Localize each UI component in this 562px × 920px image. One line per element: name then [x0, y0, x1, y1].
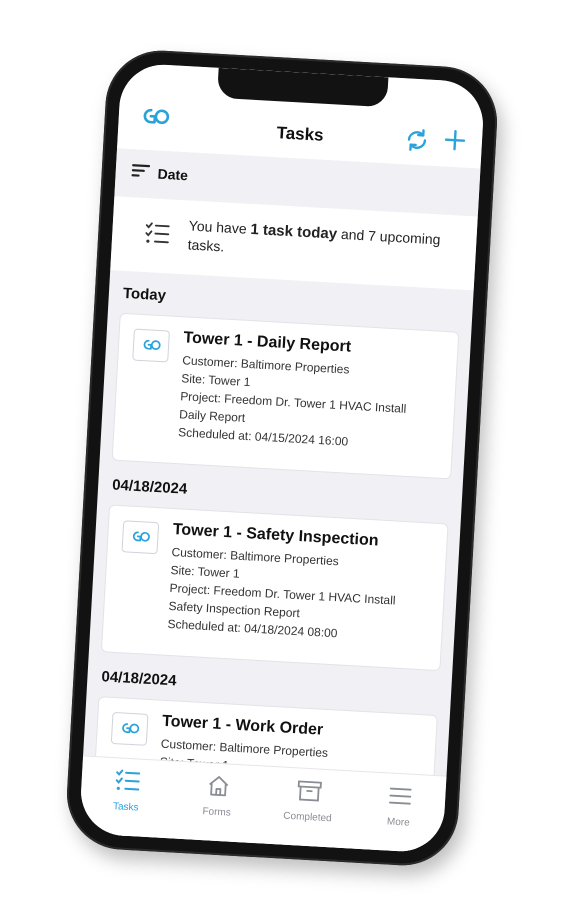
archive-icon	[295, 778, 323, 808]
home-icon	[204, 773, 232, 803]
tasks-icon	[113, 768, 141, 798]
task-card[interactable]: Tower 1 - Daily Report Customer: Baltimo…	[111, 312, 460, 480]
tab-forms[interactable]: Forms	[180, 772, 254, 843]
task-logo-icon	[132, 328, 170, 363]
section-header: 04/18/2024	[101, 668, 177, 690]
checklist-icon	[144, 220, 171, 247]
task-details: Tower 1 - Safety Inspection Customer: Ba…	[167, 521, 437, 648]
menu-icon	[386, 783, 414, 813]
task-logo-icon	[121, 520, 160, 555]
tab-tasks[interactable]: Tasks	[89, 767, 163, 838]
tab-label: Forms	[202, 806, 232, 819]
task-card[interactable]: Tower 1 - Safety Inspection Customer: Ba…	[100, 504, 449, 672]
sort-label: Date	[157, 165, 189, 184]
summary-text: You have 1 task today and 7 upcoming tas…	[187, 216, 459, 269]
stage: Tasks Date You have 1 task today and 7 u…	[0, 0, 562, 920]
tab-completed[interactable]: Completed	[271, 777, 345, 848]
tab-more[interactable]: More	[362, 782, 436, 853]
summary-prefix: You have	[188, 217, 251, 237]
sort-icon	[131, 163, 151, 183]
task-logo-icon	[110, 711, 149, 746]
tab-label: Completed	[283, 810, 332, 825]
add-task-icon[interactable]	[441, 126, 468, 153]
phone-frame: Tasks Date You have 1 task today and 7 u…	[63, 47, 501, 869]
summary-today-count: 1 task today	[250, 220, 338, 243]
section-header: 04/18/2024	[111, 476, 188, 498]
section-header: Today	[122, 284, 167, 305]
task-details: Tower 1 - Daily Report Customer: Baltimo…	[178, 329, 448, 456]
tab-label: Tasks	[112, 801, 139, 814]
tab-label: More	[386, 816, 411, 829]
app-screen: Tasks Date You have 1 task today and 7 u…	[78, 62, 486, 854]
sync-icon[interactable]	[403, 126, 430, 153]
